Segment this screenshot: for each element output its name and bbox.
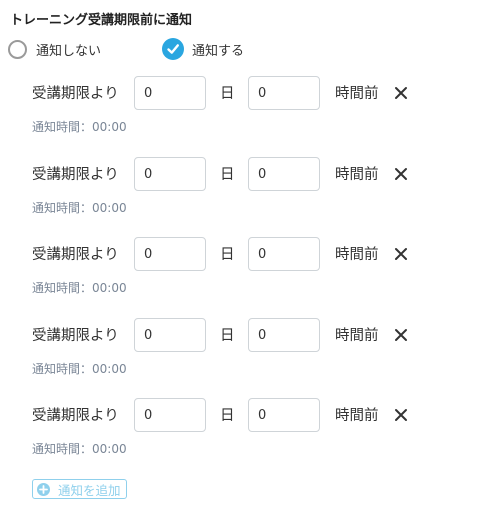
close-icon[interactable] xyxy=(393,166,409,182)
hours-unit-label: 時間前 xyxy=(335,408,379,424)
day-unit-label: 日 xyxy=(220,247,235,263)
notify-time-text: 通知時間：00:00 xyxy=(32,201,127,215)
day-unit-label: 日 xyxy=(220,328,235,344)
notification-settings: トレーニング受講期限前に通知 通知しない 通知する 受講期限より 日 時間前 通… xyxy=(0,0,500,528)
hours-unit-label: 時間前 xyxy=(335,328,379,344)
rule-prefix-label: 受講期限より xyxy=(32,408,119,424)
check-icon xyxy=(162,38,184,60)
notification-rule: 受講期限より 日 時間前 通知時間：00:00 xyxy=(0,76,500,146)
day-unit-label: 日 xyxy=(220,86,235,102)
notify-time-text: 通知時間：00:00 xyxy=(32,281,127,295)
close-icon[interactable] xyxy=(393,327,409,343)
radio-notify-on[interactable]: 通知する xyxy=(162,37,244,61)
rule-prefix-label: 受講期限より xyxy=(32,247,119,263)
add-notification-button[interactable]: 通知を追加 xyxy=(32,479,127,499)
notify-radio-group: 通知しない 通知する xyxy=(8,37,488,61)
plus-circle-icon xyxy=(37,482,50,496)
hours-input[interactable] xyxy=(248,157,320,191)
rule-prefix-label: 受講期限より xyxy=(32,86,119,102)
hours-input[interactable] xyxy=(248,76,320,110)
section-title: トレーニング受講期限前に通知 xyxy=(10,13,193,28)
day-unit-label: 日 xyxy=(220,167,235,183)
notify-time-text: 通知時間：00:00 xyxy=(32,442,127,456)
notification-rule: 受講期限より 日 時間前 通知時間：00:00 xyxy=(0,318,500,388)
rule-prefix-label: 受講期限より xyxy=(32,167,119,183)
hours-unit-label: 時間前 xyxy=(335,247,379,263)
notify-time-text: 通知時間：00:00 xyxy=(32,362,127,376)
add-notification-label: 通知を追加 xyxy=(58,482,121,498)
close-icon[interactable] xyxy=(393,246,409,262)
notification-rule: 受講期限より 日 時間前 通知時間：00:00 xyxy=(0,157,500,227)
hours-unit-label: 時間前 xyxy=(335,86,379,102)
close-icon[interactable] xyxy=(393,85,409,101)
days-input[interactable] xyxy=(134,398,206,432)
rule-prefix-label: 受講期限より xyxy=(32,328,119,344)
radio-unchecked-icon xyxy=(8,39,27,59)
hours-input[interactable] xyxy=(248,237,320,271)
hours-input[interactable] xyxy=(248,318,320,352)
hours-unit-label: 時間前 xyxy=(335,167,379,183)
days-input[interactable] xyxy=(134,76,206,110)
radio-notify-on-label: 通知する xyxy=(192,43,245,59)
radio-notify-off-label: 通知しない xyxy=(36,43,102,59)
days-input[interactable] xyxy=(134,318,206,352)
notification-rule: 受講期限より 日 時間前 通知時間：00:00 xyxy=(0,398,500,468)
days-input[interactable] xyxy=(134,157,206,191)
radio-notify-off[interactable]: 通知しない xyxy=(8,37,101,61)
close-icon[interactable] xyxy=(393,407,409,423)
days-input[interactable] xyxy=(134,237,206,271)
hours-input[interactable] xyxy=(248,398,320,432)
day-unit-label: 日 xyxy=(220,408,235,424)
notify-time-text: 通知時間：00:00 xyxy=(32,120,127,134)
notification-rule: 受講期限より 日 時間前 通知時間：00:00 xyxy=(0,237,500,307)
